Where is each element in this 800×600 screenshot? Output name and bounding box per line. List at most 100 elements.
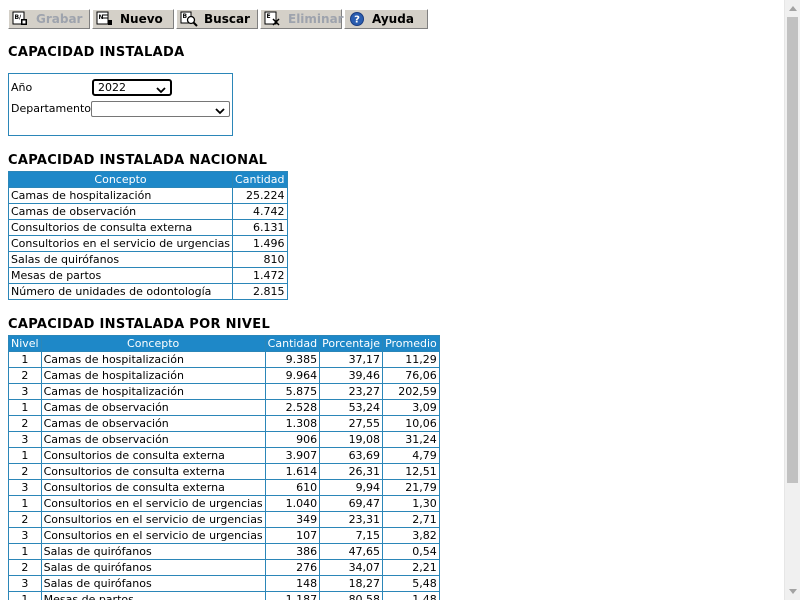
cell-concepto: Consultorios de consulta externa [7, 219, 234, 236]
anio-select[interactable]: 2022 [92, 79, 172, 96]
cell-concepto: Número de unidades de odontología [7, 283, 234, 300]
cell-nivel: 1 [8, 543, 42, 560]
column-header-promedio: Promedio [382, 335, 440, 352]
cell-cantidad: 4.742 [232, 203, 288, 220]
save-label: Grabar [36, 12, 83, 26]
cell-cantidad: 2.528 [264, 399, 321, 416]
cell-promedio: 4,79 [382, 447, 440, 464]
nacional-title: CAPACIDAD INSTALADA NACIONAL [8, 153, 268, 168]
table-row: 1 Camas de hospitalización 9.385 37,17 11,29 [8, 351, 440, 368]
departamento-select[interactable] [91, 100, 230, 117]
cell-concepto: Consultorios en el servicio de urgencias [7, 235, 234, 252]
cell-cantidad: 1.040 [264, 495, 321, 512]
cell-nivel: 3 [8, 383, 42, 400]
page-viewport: B ∕ Grabar N Nuevo B Buscar E Eliminar ?… [0, 0, 784, 600]
cell-cantidad: 148 [264, 575, 321, 592]
search-button[interactable]: B Buscar [176, 9, 258, 29]
search-label: Buscar [204, 12, 250, 26]
delete-icon: E [264, 11, 282, 27]
filter-panel: Año 2022 Departamento [8, 73, 233, 136]
cell-cantidad: 107 [264, 527, 321, 544]
cell-concepto: Consultorios en el servicio de urgencias [40, 527, 266, 544]
cell-promedio: 0,54 [382, 543, 440, 560]
column-header-porcentaje: Porcentaje [319, 335, 384, 352]
cell-concepto: Camas de hospitalización [40, 351, 266, 368]
svg-text:E: E [267, 13, 271, 20]
table-row: 3 Consultorios de consulta externa 610 9,94… [8, 479, 440, 496]
scroll-up-arrow-icon[interactable] [785, 0, 800, 16]
cell-promedio: 12,51 [382, 463, 440, 480]
cell-concepto: Camas de observación [40, 415, 266, 432]
cell-promedio: 31,24 [382, 431, 440, 448]
cell-nivel: 3 [8, 575, 42, 592]
cell-cantidad: 906 [264, 431, 321, 448]
cell-nivel: 1 [8, 399, 42, 416]
table-row: Número de unidades de odontología 2.815 [7, 283, 288, 300]
cell-cantidad: 1.496 [232, 235, 288, 252]
cell-concepto: Camas de hospitalización [40, 367, 266, 384]
table-row: Consultorios en el servicio de urgencias… [7, 235, 288, 252]
search-icon: B [180, 11, 198, 27]
cell-porcentaje: 69,47 [319, 495, 384, 512]
nivel-title: CAPACIDAD INSTALADA POR NIVEL [8, 317, 271, 332]
cell-nivel: 3 [8, 479, 42, 496]
cell-cantidad: 610 [264, 479, 321, 496]
column-header-cantidad: Cantidad [264, 335, 321, 352]
page-title: CAPACIDAD INSTALADA [8, 45, 185, 60]
cell-nivel: 2 [8, 559, 42, 576]
cell-nivel: 1 [8, 591, 42, 600]
cell-nivel: 2 [8, 511, 42, 528]
table-row: 1 Consultorios en el servicio de urgencia… [8, 495, 440, 512]
column-header-concepto: Concepto [40, 335, 266, 352]
cell-porcentaje: 34,07 [319, 559, 384, 576]
nacional-header-row: Concepto Cantidad [7, 171, 288, 188]
cell-cantidad: 1.308 [264, 415, 321, 432]
cell-concepto: Camas de observación [40, 431, 266, 448]
cell-concepto: Salas de quirófanos [40, 559, 266, 576]
departamento-label: Departamento [11, 102, 92, 115]
scroll-down-arrow-icon[interactable] [785, 584, 800, 600]
column-header-nivel: Nivel [8, 335, 42, 352]
cell-cantidad: 1.187 [264, 591, 321, 600]
cell-cantidad: 1.614 [264, 463, 321, 480]
cell-cantidad: 5.875 [264, 383, 321, 400]
cell-porcentaje: 37,17 [319, 351, 384, 368]
cell-nivel: 1 [8, 447, 42, 464]
table-row: 1 Salas de quirófanos 386 47,65 0,54 [8, 543, 440, 560]
cell-promedio: 1,48 [382, 591, 440, 600]
scrollbar-thumb[interactable] [787, 17, 798, 483]
save-button[interactable]: B ∕ Grabar [8, 9, 90, 29]
table-row: 1 Consultorios de consulta externa 3.907 63… [8, 447, 440, 464]
vertical-scrollbar[interactable] [784, 0, 800, 600]
cell-porcentaje: 23,31 [319, 511, 384, 528]
cell-concepto: Mesas de partos [7, 267, 234, 284]
cell-cantidad: 3.907 [264, 447, 321, 464]
column-header-concepto: Concepto [7, 171, 234, 188]
table-row: 1 Camas de observación 2.528 53,24 3,09 [8, 399, 440, 416]
cell-cantidad: 276 [264, 559, 321, 576]
delete-button[interactable]: E Eliminar [260, 9, 344, 29]
delete-label: Eliminar [288, 12, 344, 26]
chevron-down-icon [156, 84, 166, 94]
toolbar: B ∕ Grabar N Nuevo B Buscar E Eliminar ?… [8, 9, 778, 31]
cell-cantidad: 349 [264, 511, 321, 528]
cell-nivel: 3 [8, 527, 42, 544]
cell-cantidad: 6.131 [232, 219, 288, 236]
svg-text:N: N [99, 14, 104, 21]
anio-value: 2022 [98, 81, 126, 94]
help-button[interactable]: ? Ayuda [344, 9, 428, 29]
table-row: 1 Mesas de partos 1.187 80,58 1,48 [8, 591, 440, 600]
cell-porcentaje: 26,31 [319, 463, 384, 480]
cell-porcentaje: 18,27 [319, 575, 384, 592]
nivel-table: Nivel Concepto Cantidad Porcentaje Prome… [8, 335, 440, 600]
cell-cantidad: 9.385 [264, 351, 321, 368]
table-row: 3 Salas de quirófanos 148 18,27 5,48 [8, 575, 440, 592]
departamento-row: Departamento [11, 98, 230, 119]
cell-concepto: Salas de quirófanos [40, 575, 266, 592]
new-label: Nuevo [120, 12, 163, 26]
save-icon: B ∕ [12, 11, 30, 27]
cell-promedio: 76,06 [382, 367, 440, 384]
new-button[interactable]: N Nuevo [92, 9, 174, 29]
cell-concepto: Mesas de partos [40, 591, 266, 600]
column-header-cantidad: Cantidad [232, 171, 288, 188]
